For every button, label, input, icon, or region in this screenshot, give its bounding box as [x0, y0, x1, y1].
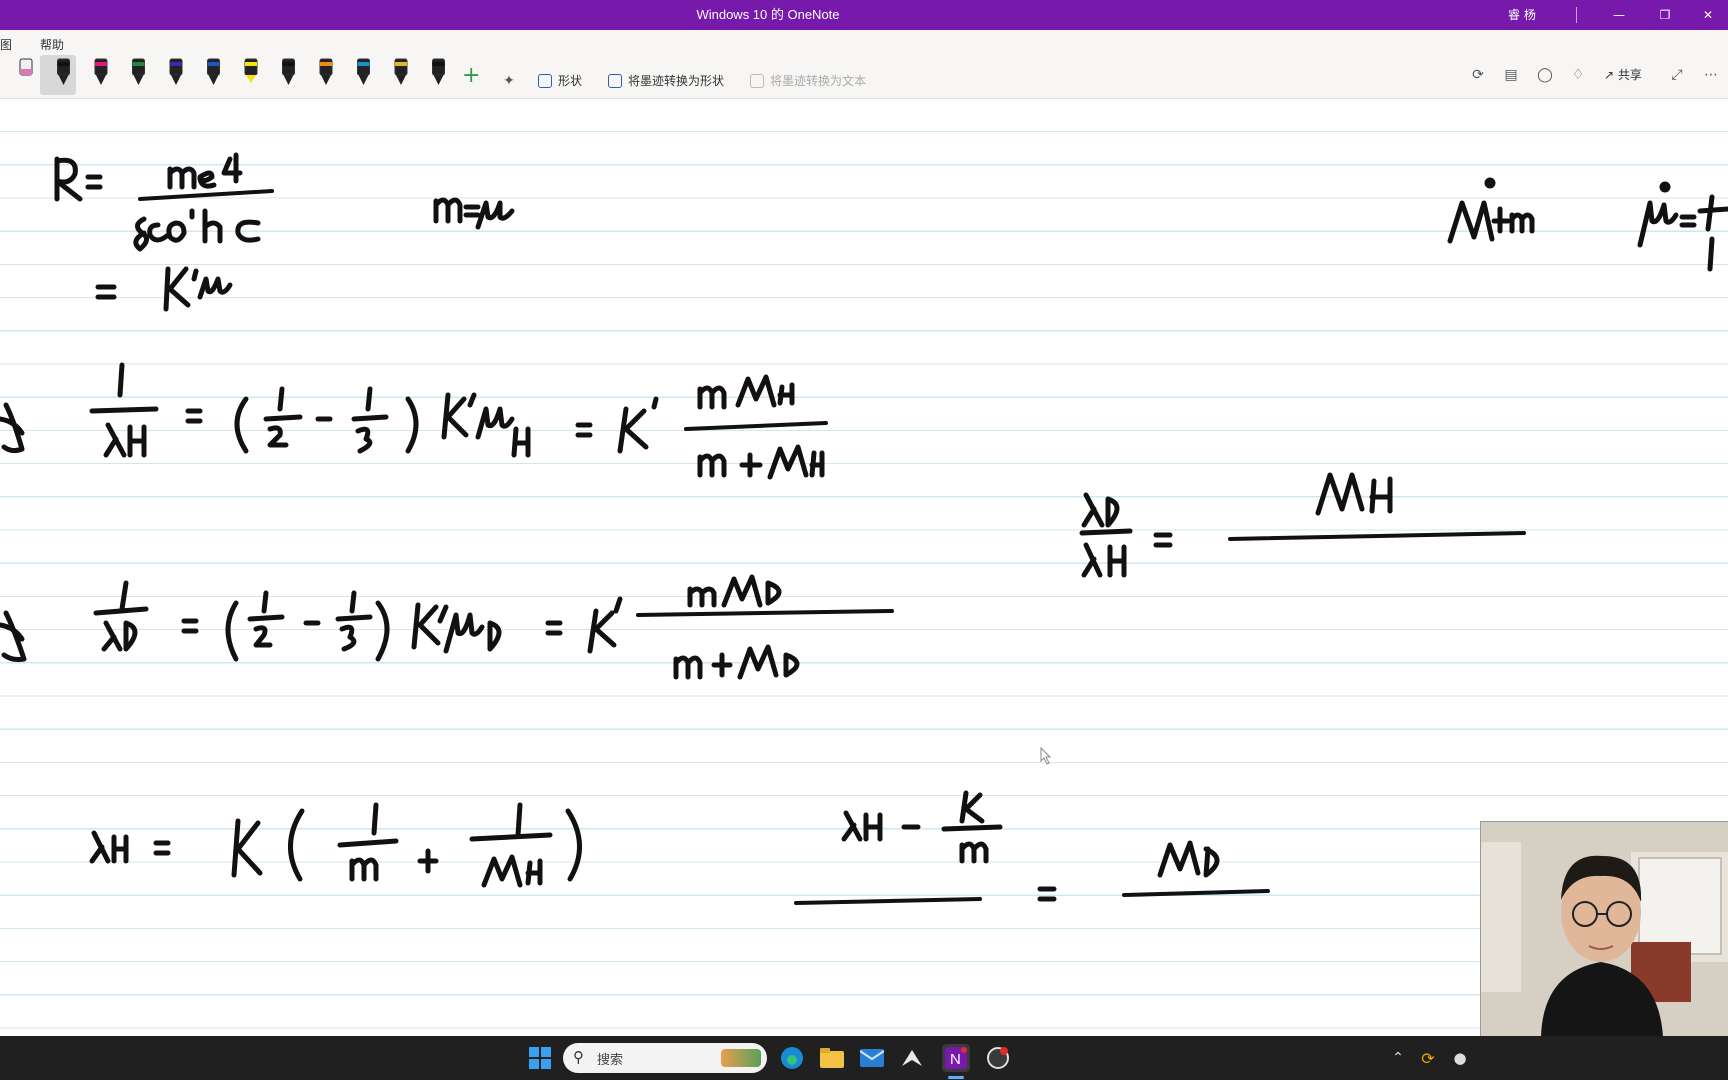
shapes-button[interactable]: 形状	[538, 72, 582, 89]
ink-to-shape-button[interactable]: 将墨迹转换为形状	[608, 72, 724, 89]
ink-to-text-icon	[750, 73, 764, 88]
pen-icon[interactable]	[357, 58, 370, 85]
ink-deuterium-equation	[0, 574, 894, 680]
mouse-cursor-icon	[1040, 747, 1052, 765]
note-canvas[interactable]	[0, 99, 1728, 1036]
webcam-image	[1481, 822, 1728, 1037]
ink-equals-k-mu	[95, 266, 233, 312]
pen-icon[interactable]	[432, 58, 445, 85]
share-button[interactable]: ↗ 共享	[1604, 66, 1642, 83]
pen-icon[interactable]	[169, 58, 183, 85]
pen-toolbar[interactable]	[10, 57, 460, 97]
pinned-app-icon[interactable]	[898, 1044, 926, 1072]
taskbar-search[interactable]: ⚲ 搜索	[563, 1043, 767, 1073]
ribbon: 图 帮助 ⟳ ▤ ◯ ♢ ↗ 共享 ⤢ ⋯ + ✦ 形状 将墨迹转换为形状 将墨…	[0, 30, 1728, 99]
ink-ratio-right	[1079, 472, 1526, 578]
lightbulb-icon[interactable]: ◯	[1534, 64, 1556, 86]
ink-to-shape-icon	[608, 73, 622, 88]
obs-icon[interactable]	[984, 1044, 1012, 1072]
windows-logo-icon	[529, 1047, 551, 1069]
edge-icon[interactable]	[778, 1044, 806, 1072]
ink-lambda-h-equation	[89, 802, 582, 888]
sync-tray-icon[interactable]: ⟳	[1414, 1044, 1442, 1072]
ink-to-text-label: 将墨迹转换为文本	[770, 74, 867, 88]
ink-rydberg-formula	[54, 152, 274, 252]
microphone-icon[interactable]: ●	[1446, 1044, 1474, 1072]
tab-view[interactable]: 图	[0, 36, 12, 53]
close-icon[interactable]: ✕	[1688, 0, 1728, 30]
user-name[interactable]: 睿 杨	[1508, 0, 1536, 30]
lasso-icon[interactable]: ✦	[498, 70, 520, 92]
pen-icon[interactable]	[207, 58, 220, 85]
fullscreen-icon[interactable]: ⤢	[1666, 64, 1688, 86]
title-bar: Windows 10 的 OneNote 睿 杨 — ❐ ✕	[0, 0, 1728, 30]
pen-icon[interactable]	[319, 58, 333, 85]
window-title: Windows 10 的 OneNote	[696, 7, 840, 22]
highlighter-icon[interactable]	[244, 58, 258, 83]
ink-to-shape-label: 将墨迹转换为形状	[628, 74, 725, 88]
eraser-icon[interactable]	[19, 58, 33, 76]
pen-icon[interactable]	[132, 58, 145, 85]
tab-help[interactable]: 帮助	[40, 36, 64, 53]
active-app-indicator	[948, 1076, 964, 1079]
chevron-up-icon[interactable]: ⌃	[1384, 1044, 1412, 1072]
ink-m-equals-mu	[433, 197, 515, 230]
ink-to-text-button[interactable]: 将墨迹转换为文本	[750, 72, 866, 89]
bell-icon[interactable]: ♢	[1567, 64, 1589, 86]
mail-icon[interactable]	[858, 1044, 886, 1072]
title-separator	[1576, 7, 1577, 23]
shapes-icon	[538, 73, 552, 88]
ink-hydrogen-equation	[0, 362, 828, 480]
start-icon[interactable]	[526, 1044, 554, 1072]
webcam-overlay	[1480, 821, 1728, 1037]
more-icon[interactable]: ⋯	[1700, 64, 1722, 86]
ink-bottom-right-fraction	[794, 790, 1270, 905]
pen-icon[interactable]	[394, 58, 408, 85]
svg-text:N: N	[950, 1051, 961, 1068]
sync-icon[interactable]: ⟳	[1467, 64, 1489, 86]
taskbar: ⚲ 搜索 N ⌃ ⟳ ●	[0, 1036, 1728, 1080]
search-placeholder: 搜索	[597, 1053, 624, 1068]
minimize-icon[interactable]: —	[1596, 0, 1642, 30]
search-icon: ⚲	[573, 1048, 584, 1066]
shapes-label: 形状	[558, 74, 583, 88]
pen-icon[interactable]	[282, 58, 295, 85]
notebook-icon[interactable]: ▤	[1500, 64, 1522, 86]
add-pen-icon[interactable]: +	[462, 65, 480, 87]
share-label: 共享	[1617, 68, 1642, 82]
ink-top-right	[1447, 177, 1728, 272]
file-explorer-icon[interactable]	[818, 1044, 846, 1072]
search-highlight-icon	[721, 1049, 761, 1067]
pen-icon[interactable]	[57, 58, 70, 85]
handwritten-ink	[0, 152, 1728, 905]
onenote-icon[interactable]: N	[942, 1044, 970, 1072]
pen-icon[interactable]	[94, 58, 108, 85]
restore-icon[interactable]: ❐	[1642, 0, 1688, 30]
